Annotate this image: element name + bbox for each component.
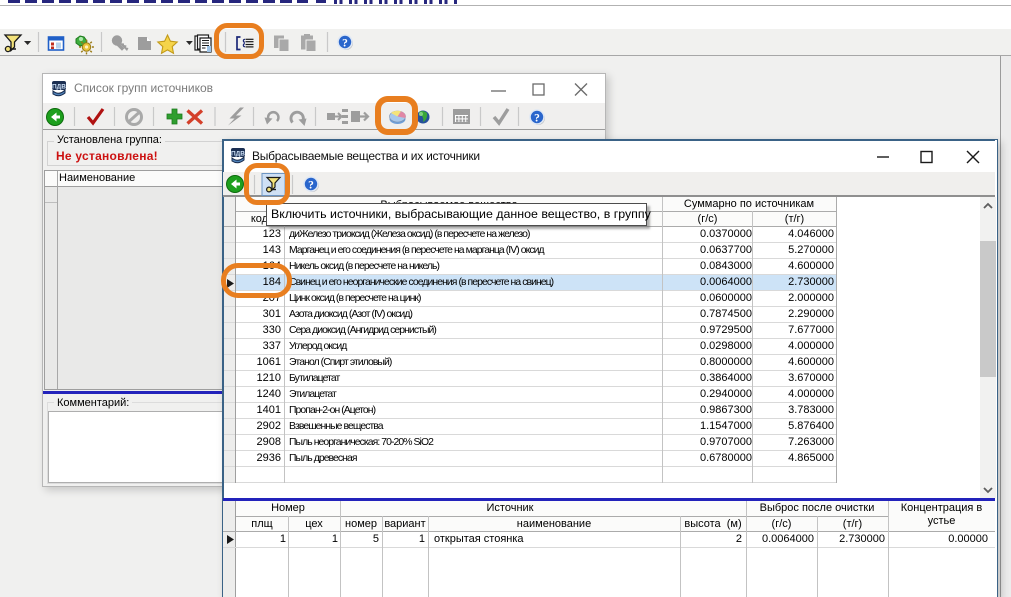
svg-text:ПДВ: ПДВ [231, 151, 245, 158]
svg-text:?: ? [308, 180, 314, 192]
svg-text:ПДВ: ПДВ [52, 84, 66, 91]
svg-text:?: ? [342, 38, 348, 50]
svg-text:?: ? [534, 113, 540, 125]
